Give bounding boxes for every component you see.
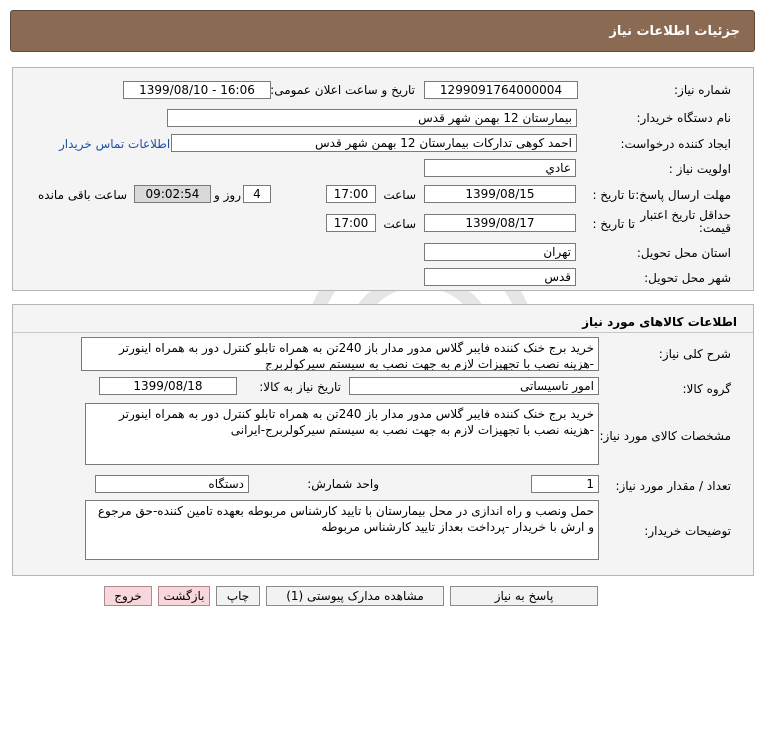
quantity-field: 1 bbox=[531, 475, 599, 493]
quantity-label: تعداد / مقدار مورد نیاز: bbox=[615, 479, 731, 493]
reply-button[interactable]: پاسخ به نیاز bbox=[450, 586, 598, 606]
announce-datetime-field: 1399/08/10 - 16:06 bbox=[123, 81, 271, 99]
goods-group-label: گروه کالا: bbox=[682, 382, 732, 396]
goods-info-panel: اطلاعات کالاهای مورد نیاز شرح کلی نیاز: … bbox=[12, 304, 754, 576]
days-label: روز و bbox=[214, 188, 241, 202]
section-divider bbox=[13, 332, 753, 333]
exit-button[interactable]: خروج bbox=[104, 586, 152, 606]
need-date-field: 1399/08/18 bbox=[99, 377, 237, 395]
remaining-time-field: 09:02:54 bbox=[134, 185, 211, 203]
goods-section-title: اطلاعات کالاهای مورد نیاز bbox=[582, 315, 737, 329]
buyer-org-label: نام دستگاه خریدار: bbox=[636, 111, 732, 125]
requester-label: ایجاد کننده درخواست: bbox=[620, 137, 731, 151]
buyer-contact-link[interactable]: اطلاعات تماس خریدار bbox=[59, 137, 170, 151]
buyer-notes-label: توضیحات خریدار: bbox=[644, 524, 731, 538]
view-attachments-button[interactable]: مشاهده مدارک پیوستی (1) bbox=[266, 586, 444, 606]
general-desc-label: شرح کلی نیاز: bbox=[658, 347, 731, 361]
print-button[interactable]: چاپ bbox=[216, 586, 260, 606]
validity-date-field: 1399/08/17 bbox=[424, 214, 576, 232]
price-validity-label: حداقل تاریخ اعتبار قیمت: bbox=[640, 208, 731, 235]
back-button[interactable]: بازگشت bbox=[158, 586, 210, 606]
priority-field: عادي bbox=[424, 159, 576, 177]
days-remaining-field: 4 bbox=[243, 185, 271, 203]
unit-label: واحد شمارش: bbox=[307, 477, 379, 491]
city-field: قدس bbox=[424, 268, 576, 286]
deadline-until-label: تا تاریخ : bbox=[592, 188, 635, 202]
page-header: جزئیات اطلاعات نیاز bbox=[10, 10, 755, 52]
validity-until-label: تا تاریخ : bbox=[592, 217, 635, 231]
unit-field: دستگاه bbox=[95, 475, 249, 493]
validity-time-label: ساعت bbox=[383, 217, 416, 231]
buyer-org-field: بیمارستان 12 بهمن شهر قدس bbox=[167, 109, 577, 127]
remaining-time-label: ساعت باقی مانده bbox=[38, 188, 128, 202]
validity-time-field: 17:00 bbox=[326, 214, 376, 232]
deadline-time-field: 17:00 bbox=[326, 185, 376, 203]
goods-group-field: امور تاسیساتی bbox=[349, 377, 599, 395]
deadline-label: مهلت ارسال پاسخ: bbox=[635, 188, 731, 202]
need-info-panel: شماره نیاز: 1299091764000004 تاریخ و ساع… bbox=[12, 67, 754, 291]
specs-field: خرید برج خنک کننده فایبر گلاس مدور مدار … bbox=[85, 403, 599, 465]
priority-label: اولویت نیاز : bbox=[668, 162, 731, 176]
requester-field: احمد کوهی تدارکات بیمارستان 12 بهمن شهر … bbox=[171, 134, 577, 152]
need-number-label: شماره نیاز: bbox=[674, 83, 731, 97]
general-desc-field: خرید برج خنک کننده فایبر گلاس مدور مدار … bbox=[81, 337, 599, 371]
city-label: شهر محل تحویل: bbox=[644, 271, 731, 285]
province-field: تهران bbox=[424, 243, 576, 261]
specs-label: مشخصات کالای مورد نیاز: bbox=[599, 429, 731, 443]
page-title: جزئیات اطلاعات نیاز bbox=[609, 24, 740, 39]
need-date-label: تاریخ نیاز به کالا: bbox=[259, 380, 341, 394]
province-label: استان محل تحویل: bbox=[636, 246, 731, 260]
buyer-notes-field: حمل ونصب و راه اندازی در محل بیمارستان ب… bbox=[85, 500, 599, 560]
deadline-date-field: 1399/08/15 bbox=[424, 185, 576, 203]
deadline-time-label: ساعت bbox=[383, 188, 416, 202]
announce-datetime-label: تاریخ و ساعت اعلان عمومی: bbox=[270, 83, 415, 97]
need-number-field: 1299091764000004 bbox=[424, 81, 578, 99]
